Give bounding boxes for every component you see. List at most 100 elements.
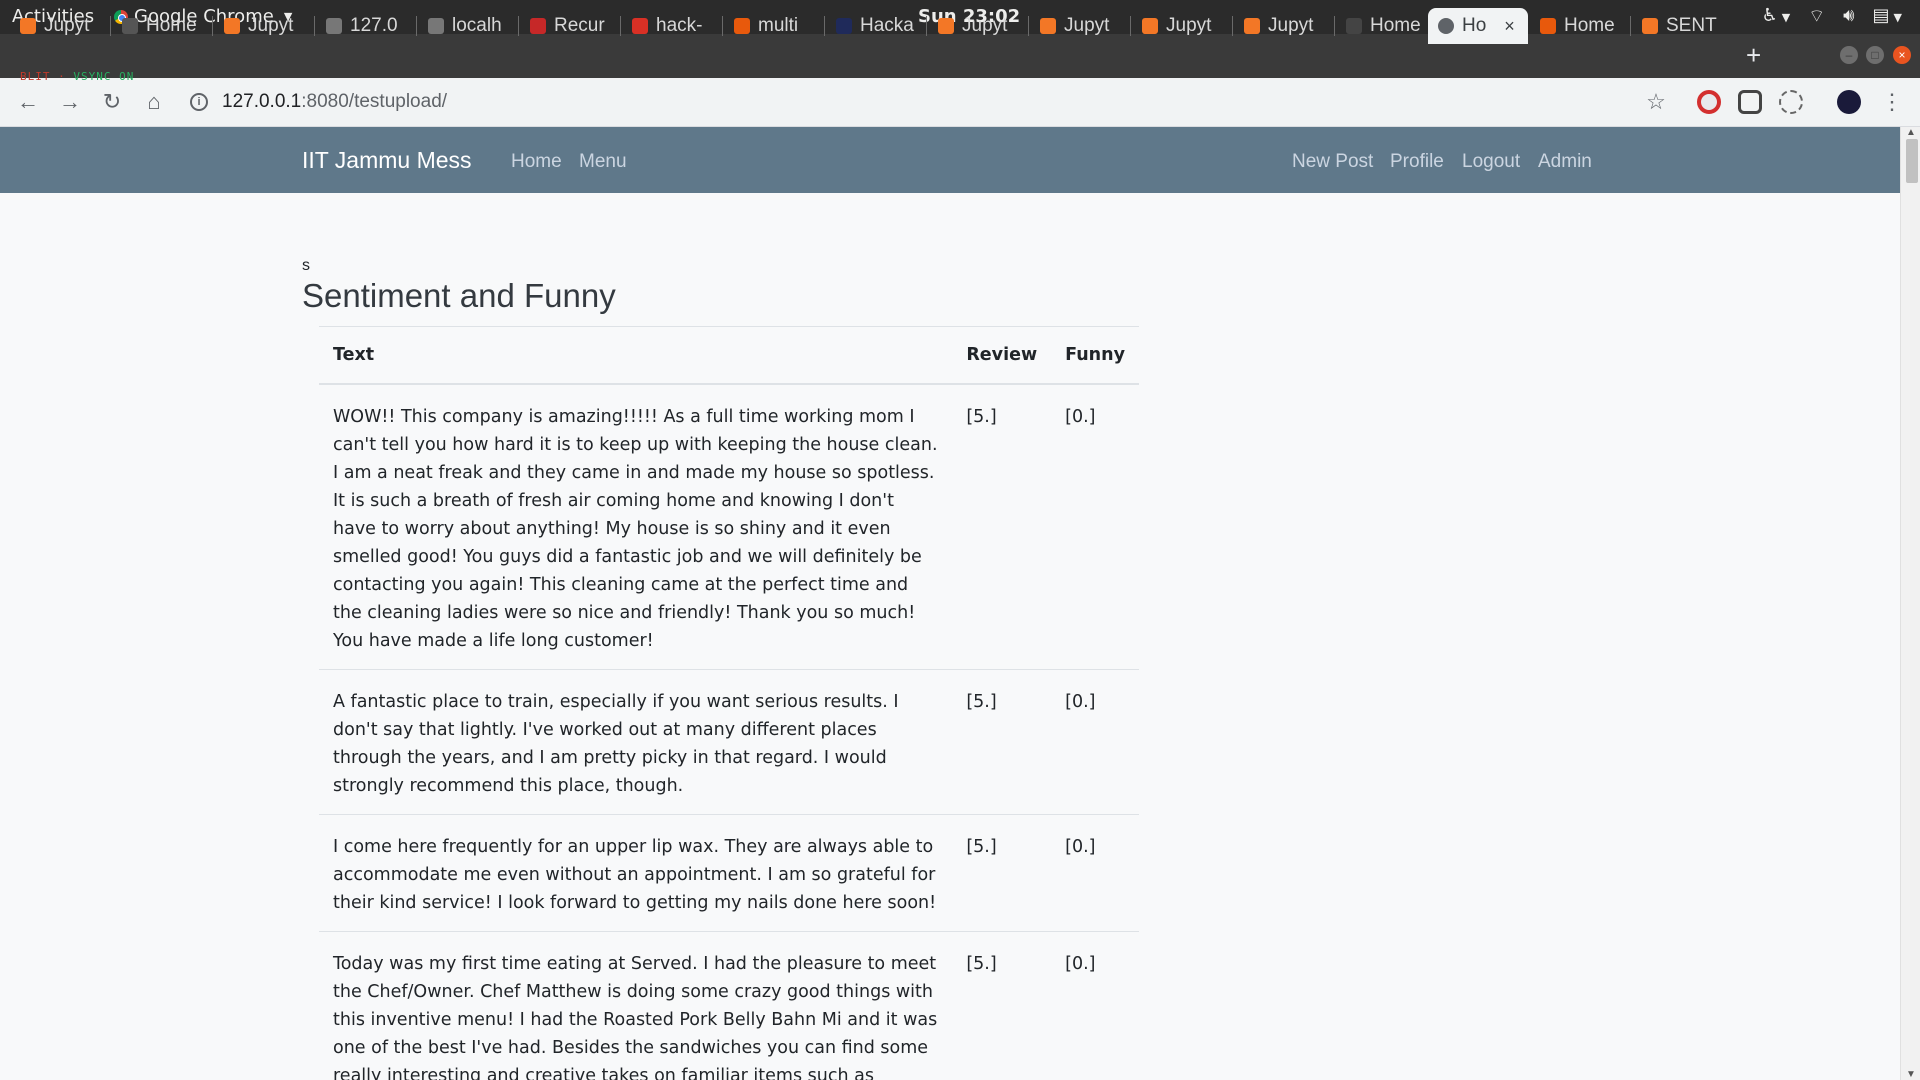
tab-label: hack-	[656, 15, 703, 36]
browser-tab[interactable]: hack-	[622, 8, 720, 44]
browser-tab[interactable]: multi	[724, 8, 822, 44]
tab-label: Ho	[1462, 15, 1487, 36]
browser-tab[interactable]: Recur	[520, 8, 618, 44]
adblock-extension-icon[interactable]	[1697, 90, 1721, 114]
tab-divider	[1130, 16, 1131, 36]
tab-favicon-icon	[326, 18, 342, 34]
tab-favicon-icon	[1142, 18, 1158, 34]
tab-favicon-icon	[1642, 18, 1658, 34]
browser-tab[interactable]: Home	[1336, 8, 1434, 44]
site-brand[interactable]: IIT Jammu Mess	[302, 147, 472, 174]
back-icon[interactable]: ←	[14, 88, 42, 116]
browser-tab[interactable]: Hacka	[826, 8, 924, 44]
table-header-row: Text Review Funny	[319, 326, 1139, 385]
small-text: s	[302, 257, 310, 274]
table-row: I come here frequently for an upper lip …	[319, 814, 1139, 932]
tab-divider	[1334, 16, 1335, 36]
home-icon[interactable]: ⌂	[140, 88, 168, 116]
site-navbar: IIT Jammu Mess Home Menu New Post Profil…	[0, 127, 1920, 193]
row-funny: [0.]	[1051, 931, 1139, 1080]
tab-favicon-icon	[938, 18, 954, 34]
row-funny: [0.]	[1051, 814, 1139, 932]
row-review: [5.]	[952, 931, 1052, 1080]
tab-label: localh	[452, 15, 502, 36]
minimize-button[interactable]: –	[1840, 46, 1858, 64]
tab-favicon-icon	[734, 18, 750, 34]
page-scrollbar[interactable]: ▲ ▼	[1900, 127, 1920, 1080]
tab-label: Home	[1370, 15, 1421, 36]
tab-favicon-icon	[632, 18, 648, 34]
tab-label: Home	[146, 15, 197, 36]
wifi-icon[interactable]: ⌔	[1808, 5, 1825, 28]
reload-icon[interactable]: ↻	[98, 88, 126, 116]
close-window-button[interactable]: ×	[1893, 46, 1911, 64]
nav-logout-link[interactable]: Logout	[1462, 151, 1520, 173]
tab-label: Jupyt	[248, 15, 294, 36]
row-funny: [0.]	[1051, 669, 1139, 815]
volume-icon[interactable]: 🔊︎	[1843, 5, 1854, 28]
tab-divider	[110, 16, 111, 36]
row-review: [5.]	[952, 383, 1052, 670]
scroll-up-icon[interactable]: ▲	[1906, 127, 1916, 138]
tab-divider	[926, 16, 927, 36]
tab-divider	[314, 16, 315, 36]
table-row: A fantastic place to train, especially i…	[319, 669, 1139, 815]
scroll-down-icon[interactable]: ▼	[1906, 1069, 1916, 1080]
browser-tab[interactable]: Jupyt	[1234, 8, 1332, 44]
tab-divider	[824, 16, 825, 36]
browser-tab[interactable]: Jupyt	[214, 8, 312, 44]
more-menu-icon[interactable]: ⋮	[1878, 88, 1906, 116]
tab-divider	[722, 16, 723, 36]
url-path: :8080/testupload/	[301, 91, 448, 112]
tab-favicon-icon	[224, 18, 240, 34]
tab-divider	[1232, 16, 1233, 36]
tab-label: Jupyt	[44, 15, 90, 36]
bookmark-star-icon[interactable]: ☆	[1642, 88, 1670, 116]
results-table: Text Review Funny WOW!! This company is …	[319, 326, 1139, 1080]
tab-favicon-icon	[428, 18, 444, 34]
system-tray[interactable]: ♿ ▼ ⌔ 🔊︎ ▤ ▼	[1762, 5, 1902, 28]
nav-home-link[interactable]: Home	[511, 151, 562, 173]
tab-favicon-icon	[122, 18, 138, 34]
nav-admin-link[interactable]: Admin	[1538, 151, 1592, 173]
new-tab-button[interactable]: +	[1746, 40, 1761, 71]
browser-tab[interactable]: Home	[112, 8, 210, 44]
browser-tab[interactable]: SENT	[1632, 8, 1730, 44]
browser-tab[interactable]: Jupyt	[928, 8, 1026, 44]
nav-menu-link[interactable]: Menu	[579, 151, 627, 173]
tab-favicon-icon	[1040, 18, 1056, 34]
tab-divider	[416, 16, 417, 36]
accessibility-icon[interactable]: ♿ ▼	[1762, 5, 1791, 28]
extension-icon[interactable]	[1738, 90, 1762, 114]
row-review: [5.]	[952, 814, 1052, 932]
browser-tab[interactable]: Jupyt	[10, 8, 108, 44]
table-row: WOW!! This company is amazing!!!!! As a …	[319, 383, 1139, 670]
tab-label: Jupyt	[1064, 15, 1110, 36]
row-text: WOW!! This company is amazing!!!!! As a …	[319, 383, 953, 670]
nav-new-post-link[interactable]: New Post	[1292, 151, 1373, 173]
row-text: I come here frequently for an upper lip …	[319, 814, 953, 932]
tab-label: 127.0	[350, 15, 398, 36]
extension-icon-2[interactable]	[1779, 90, 1803, 114]
forward-icon[interactable]: →	[56, 88, 84, 116]
browser-tab[interactable]: 127.0	[316, 8, 414, 44]
row-funny: [0.]	[1051, 383, 1139, 670]
battery-icon[interactable]: ▤ ▼	[1873, 5, 1902, 28]
debug-overlay: BLIT · VSYNC ON	[20, 70, 135, 83]
browser-tab[interactable]: Jupyt	[1030, 8, 1128, 44]
browser-tab[interactable]: localh	[418, 8, 516, 44]
nav-profile-link[interactable]: Profile	[1390, 151, 1444, 173]
tab-label: Hacka	[860, 15, 914, 36]
browser-tab[interactable]: Ho ×	[1428, 8, 1528, 44]
scrollbar-thumb[interactable]	[1906, 139, 1918, 183]
row-text: A fantastic place to train, especially i…	[319, 669, 953, 815]
browser-tab[interactable]: Jupyt	[1132, 8, 1230, 44]
page-content: s Sentiment and Funny Text Review Funny …	[0, 193, 1900, 1080]
avatar[interactable]	[1837, 90, 1861, 114]
tab-label: Home	[1564, 15, 1615, 36]
site-info-icon[interactable]: i	[190, 93, 208, 111]
maximize-button[interactable]: □	[1866, 46, 1884, 64]
address-bar[interactable]: i 127.0.0.1:8080/testupload/	[190, 84, 1610, 120]
browser-tab[interactable]: Home	[1530, 8, 1628, 44]
close-tab-icon[interactable]: ×	[1504, 16, 1515, 37]
